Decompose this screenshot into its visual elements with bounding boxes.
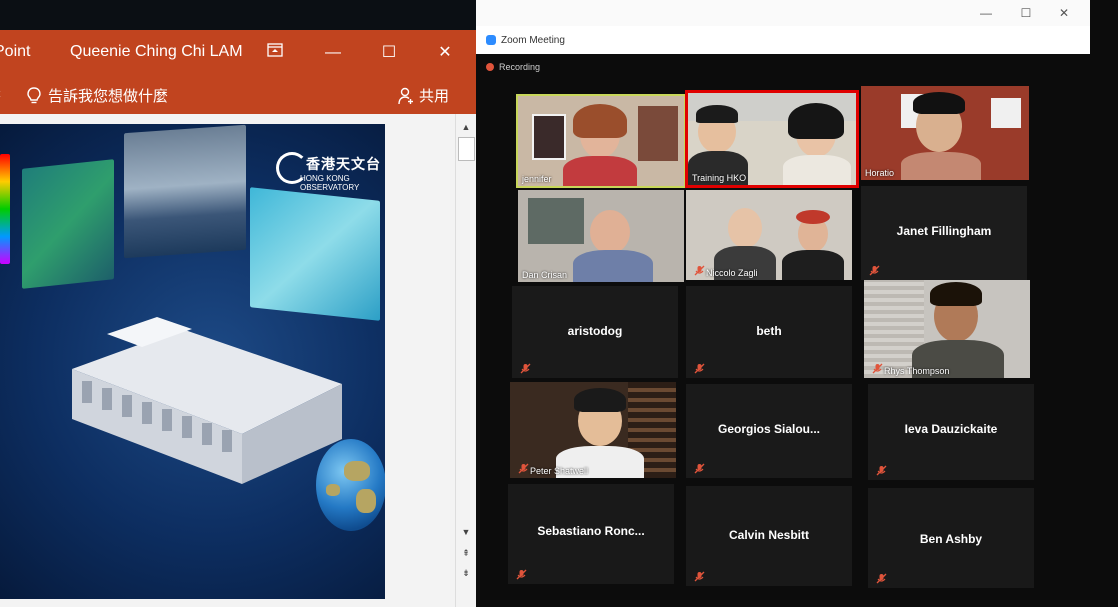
lightbulb-icon: [27, 86, 41, 103]
participant-tile[interactable]: Horatio: [861, 86, 1029, 180]
mic-muted-icon: [869, 265, 880, 276]
participant-name: Peter Shatwell: [530, 466, 589, 476]
participant-name: aristodog: [567, 324, 623, 338]
participant-tile[interactable]: Peter Shatwell: [510, 382, 676, 478]
mic-muted-icon: [518, 463, 529, 474]
mic-muted-icon: [694, 571, 705, 582]
ribbon-collapse-icon[interactable]: ‹: [0, 85, 1, 102]
previous-slide-icon[interactable]: ⇞: [458, 546, 474, 560]
ribbon-display-icon[interactable]: [262, 40, 288, 66]
ppt-ribbon: ‹ 告訴我您想做什麼 共用: [0, 76, 478, 114]
participant-name: Sebastiano Ronc...: [537, 524, 645, 538]
slide-image[interactable]: 香港天文台 HONG KONG OBSERVATORY: [0, 124, 385, 599]
participant-name: Janet Fillingham: [896, 224, 992, 238]
participant-name: Horatio: [865, 168, 895, 178]
participant-name: Georgios Sialou...: [717, 422, 821, 436]
hko-logo-subtext: HONG KONG OBSERVATORY: [300, 174, 360, 192]
zoom-window: — ☐ ✕ Zoom Meeting Recording jennifer Tr…: [476, 0, 1118, 607]
harbour-photo-panel: [124, 124, 246, 259]
recording-indicator[interactable]: Recording: [486, 62, 540, 72]
participant-name: Ben Ashby: [919, 532, 983, 546]
participant-tile[interactable]: Rhys Thompson: [864, 280, 1030, 378]
participant-tile[interactable]: Janet Fillingham: [861, 186, 1027, 280]
mic-muted-icon: [876, 573, 887, 584]
participant-name: Niccolo Zagli: [706, 268, 758, 278]
participant-tile[interactable]: Dan Crisan: [518, 190, 684, 282]
participant-name: Calvin Nesbitt: [728, 528, 809, 542]
slide-canvas: 香港天文台 HONG KONG OBSERVATORY: [0, 114, 455, 607]
mic-muted-icon: [694, 265, 705, 276]
share-person-icon: [398, 87, 413, 104]
close-icon[interactable]: ✕: [432, 40, 458, 66]
next-slide-icon[interactable]: ⇟: [458, 566, 474, 580]
participant-tile[interactable]: Georgios Sialou...: [686, 384, 852, 478]
mic-muted-icon: [516, 569, 527, 580]
scroll-down-icon[interactable]: ▼: [458, 525, 474, 539]
zoom-maximize-icon[interactable]: ☐: [1016, 6, 1036, 20]
app-name: Point: [0, 43, 31, 60]
globe-illustration: [316, 439, 385, 531]
participant-tile[interactable]: Calvin Nesbitt: [686, 486, 852, 586]
radar-colorbar: [0, 154, 10, 264]
mic-muted-icon: [694, 363, 705, 374]
participant-name: Rhys Thompson: [884, 366, 950, 376]
participant-tile[interactable]: Training HKO: [685, 90, 859, 188]
maximize-icon[interactable]: ☐: [376, 40, 402, 66]
zoom-window-frame: — ☐ ✕: [476, 0, 1090, 26]
recording-dot-icon: [486, 63, 494, 71]
participant-tile[interactable]: Sebastiano Ronc...: [508, 484, 674, 584]
participant-tile[interactable]: Ieva Dauzickaite: [868, 384, 1034, 480]
mic-muted-icon: [520, 363, 531, 374]
scroll-thumb[interactable]: [458, 137, 475, 161]
participant-tile[interactable]: aristodog: [512, 286, 678, 378]
satellite-map-panel: [22, 159, 114, 289]
participant-tile[interactable]: Ben Ashby: [868, 488, 1034, 588]
participant-name: Ieva Dauzickaite: [904, 422, 998, 436]
participant-tile[interactable]: beth: [686, 286, 852, 378]
scroll-up-icon[interactable]: ▲: [458, 120, 474, 134]
zoom-title: Zoom Meeting: [501, 35, 565, 46]
participant-tile[interactable]: Niccolo Zagli: [686, 190, 852, 280]
zoom-close-icon[interactable]: ✕: [1054, 6, 1074, 20]
minimize-icon[interactable]: —: [320, 40, 346, 66]
participant-name: Dan Crisan: [522, 270, 568, 280]
tell-me-label: 告訴我您想做什麼: [48, 88, 169, 105]
zoom-minimize-icon[interactable]: —: [976, 6, 996, 20]
participant-name: beth: [756, 324, 782, 338]
share-label: 共用: [419, 88, 450, 105]
mic-muted-icon: [876, 465, 887, 476]
participant-name: jennifer: [522, 174, 552, 184]
participant-name: Training HKO: [692, 173, 747, 183]
mic-muted-icon: [872, 363, 883, 374]
user-name[interactable]: Queenie Ching Chi LAM: [70, 43, 243, 61]
ppt-titlebar: Point Queenie Ching Chi LAM — ☐ ✕: [0, 30, 478, 76]
zoom-logo-icon: [486, 35, 496, 45]
share-button[interactable]: 共用: [398, 85, 449, 106]
mic-muted-icon: [694, 463, 705, 474]
ppt-scrollbar[interactable]: ▲ ▼ ⇞ ⇟: [455, 114, 476, 607]
participant-tile[interactable]: jennifer: [516, 94, 686, 188]
zoom-titlebar: Zoom Meeting: [476, 26, 1090, 54]
recording-label: Recording: [499, 62, 541, 72]
hko-logo-text: 香港天文台: [306, 156, 381, 172]
observatory-building-illustration: [72, 317, 342, 484]
powerpoint-window: Point Queenie Ching Chi LAM — ☐ ✕ ‹ 告訴我您…: [0, 30, 478, 607]
tell-me-box[interactable]: 告訴我您想做什麼: [26, 85, 168, 106]
